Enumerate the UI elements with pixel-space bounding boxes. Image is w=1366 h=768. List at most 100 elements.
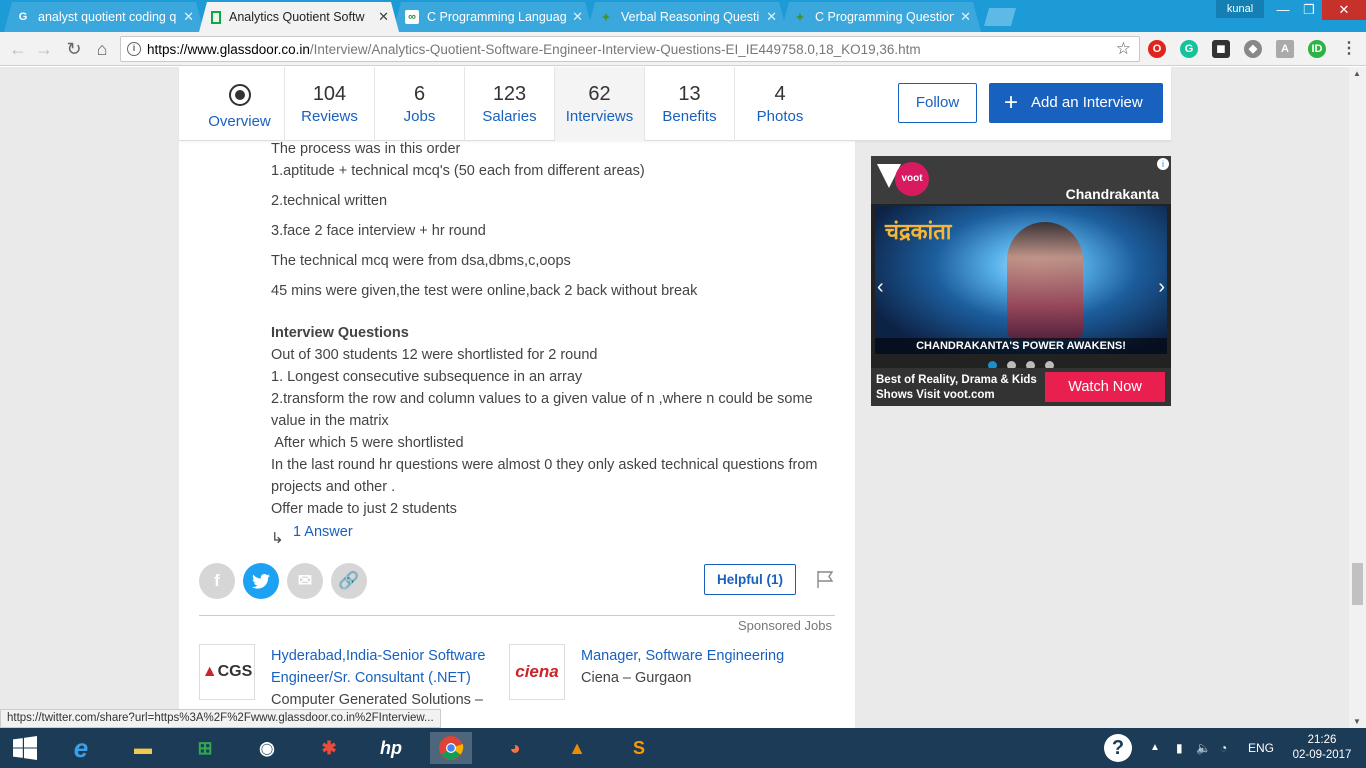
- tab-label: Benefits: [662, 108, 717, 125]
- tab-jobs[interactable]: 6 Jobs: [375, 67, 465, 141]
- helpful-button[interactable]: Helpful (1): [704, 564, 796, 595]
- job-title-line[interactable]: Hyderabad,India-Senior Software: [271, 648, 485, 664]
- tab-title: Verbal Reasoning Questi: [621, 10, 760, 24]
- firefox-icon[interactable]: ◕: [494, 732, 536, 764]
- close-tab-icon[interactable]: ✕: [572, 9, 583, 25]
- vlc-icon[interactable]: ▲: [556, 732, 598, 764]
- battery-icon[interactable]: ▮: [1176, 728, 1183, 768]
- tab-title: analyst quotient coding q: [38, 10, 177, 24]
- incognito-extension-icon[interactable]: ◼: [1212, 40, 1230, 58]
- flag-icon[interactable]: [815, 569, 835, 589]
- camera-app-icon[interactable]: ◉: [246, 732, 288, 764]
- question-line: Offer made to just 2 students: [271, 501, 457, 517]
- paint-app-icon[interactable]: ✱: [308, 732, 350, 764]
- answers-link[interactable]: 1 Answer: [293, 524, 353, 540]
- tab-label: Reviews: [301, 108, 358, 125]
- close-tab-icon[interactable]: ✕: [766, 9, 777, 25]
- restore-icon[interactable]: ❐: [1296, 0, 1322, 20]
- chrome-menu-icon[interactable]: ⋮: [1340, 40, 1358, 58]
- site-info-icon[interactable]: i: [127, 42, 141, 56]
- internet-explorer-icon[interactable]: e: [60, 732, 102, 764]
- add-interview-button[interactable]: + Add an Interview: [989, 83, 1163, 123]
- ciena-logo[interactable]: ciena: [509, 644, 565, 700]
- process-line: 3.face 2 face interview + hr round: [271, 223, 486, 239]
- ad-promo-text: Best of Reality, Drama & Kids Shows Visi…: [876, 373, 1037, 403]
- language-indicator[interactable]: ENG: [1248, 728, 1274, 768]
- system-clock[interactable]: 21:26 02-09-2017: [1292, 733, 1352, 763]
- hp-icon[interactable]: hp: [370, 732, 412, 764]
- tab-photos[interactable]: 4 Photos: [735, 67, 825, 141]
- close-tab-icon[interactable]: ✕: [960, 9, 971, 25]
- follow-button[interactable]: Follow: [898, 83, 977, 123]
- tab-label: Jobs: [403, 108, 436, 125]
- google-icon: G: [18, 11, 28, 23]
- job-title-line[interactable]: Engineer/Sr. Consultant (.NET): [271, 670, 471, 686]
- scroll-up-icon[interactable]: ▲: [1353, 69, 1361, 78]
- chevron-right-icon[interactable]: ›: [1158, 276, 1165, 299]
- tab-verbal-reasoning[interactable]: ✦ Verbal Reasoning Questi ✕: [587, 2, 787, 32]
- chevron-left-icon[interactable]: ‹: [877, 276, 884, 299]
- tab-c-programming[interactable]: ∞ C Programming Languag ✕: [393, 2, 593, 32]
- help-icon[interactable]: ?: [1098, 732, 1138, 764]
- link-share-icon[interactable]: 🔗: [331, 563, 367, 599]
- question-line: After which 5 were shortlisted: [271, 435, 464, 451]
- opera-extension-icon[interactable]: O: [1148, 40, 1166, 58]
- address-bar[interactable]: i https://www.glassdoor.co.in/Interview/…: [120, 36, 1140, 62]
- scroll-down-icon[interactable]: ▼: [1353, 717, 1361, 726]
- close-tab-icon[interactable]: ✕: [183, 9, 194, 25]
- logo-text: ciena: [515, 662, 559, 681]
- windows-start-icon[interactable]: [4, 732, 46, 764]
- question-line: value in the matrix: [271, 413, 389, 429]
- id-extension-icon[interactable]: ID: [1308, 40, 1326, 58]
- tab-glassdoor[interactable]: Analytics Quotient Softw ✕: [199, 2, 399, 32]
- home-icon[interactable]: ⌂: [90, 37, 114, 61]
- question-line: 2.transform the row and column values to…: [271, 391, 813, 407]
- forward-arrow-icon[interactable]: →: [32, 37, 56, 61]
- puzzle-extension-icon[interactable]: ◆: [1244, 40, 1262, 58]
- tab-reviews[interactable]: 104 Reviews: [285, 67, 375, 141]
- file-explorer-icon[interactable]: ▬: [122, 732, 164, 764]
- tray-expand-icon[interactable]: ▲: [1150, 728, 1160, 768]
- clock-date: 02-09-2017: [1292, 749, 1352, 761]
- pdf-extension-icon[interactable]: A: [1276, 40, 1294, 58]
- job-company: Computer Generated Solutions –: [271, 692, 483, 708]
- profile-button[interactable]: kunal: [1216, 0, 1264, 18]
- store-icon[interactable]: ⊞: [184, 732, 226, 764]
- job-title-line[interactable]: Manager, Software Engineering: [581, 648, 784, 664]
- indiabix-icon: ✦: [601, 11, 611, 24]
- network-icon[interactable]: ◔: [1220, 728, 1227, 768]
- scrollbar-thumb[interactable]: [1352, 563, 1363, 605]
- ad-info-icon[interactable]: i: [1157, 158, 1169, 170]
- volume-icon[interactable]: 🔈: [1196, 728, 1211, 768]
- page-scrollbar[interactable]: ▲ ▼: [1349, 67, 1366, 728]
- tab-title: C Programming Question: [815, 10, 955, 24]
- window-close-icon[interactable]: ✕: [1322, 0, 1366, 20]
- facebook-share-icon[interactable]: f: [199, 563, 235, 599]
- tab-google-search[interactable]: G analyst quotient coding q ✕: [4, 2, 204, 32]
- tab-benefits[interactable]: 13 Benefits: [645, 67, 735, 141]
- minimize-icon[interactable]: —: [1270, 0, 1296, 20]
- watch-now-button[interactable]: Watch Now: [1045, 372, 1165, 402]
- twitter-share-icon[interactable]: [243, 563, 279, 599]
- tab-c-programming-questions[interactable]: ✦ C Programming Question ✕: [781, 2, 981, 32]
- grammarly-extension-icon[interactable]: G: [1180, 40, 1198, 58]
- tab-title: C Programming Languag: [427, 10, 567, 24]
- voot-advertisement[interactable]: voot Chandrakanta i चंद्रकांता CHANDRAKA…: [871, 156, 1171, 406]
- tab-salaries[interactable]: 123 Salaries: [465, 67, 555, 141]
- sublime-text-icon[interactable]: S: [618, 732, 660, 764]
- web-page: Overview 104 Reviews 6 Jobs 123 Salaries…: [0, 67, 1366, 728]
- back-arrow-icon[interactable]: ←: [6, 37, 30, 61]
- email-share-icon[interactable]: ✉: [287, 563, 323, 599]
- ad-footer: Best of Reality, Drama & Kids Shows Visi…: [871, 368, 1171, 406]
- tab-overview[interactable]: Overview: [195, 67, 285, 141]
- new-tab-button[interactable]: [984, 8, 1016, 26]
- close-tab-icon[interactable]: ✕: [378, 9, 389, 25]
- chrome-taskbar-icon[interactable]: [430, 732, 472, 764]
- bookmark-star-icon[interactable]: ☆: [1116, 39, 1131, 59]
- cgs-logo[interactable]: ▲CGS: [199, 644, 255, 700]
- tab-label: Photos: [756, 108, 804, 125]
- voot-brand: voot: [895, 162, 929, 196]
- tab-interviews[interactable]: 62 Interviews: [555, 67, 645, 141]
- reload-icon[interactable]: ↻: [62, 37, 86, 61]
- tab-label: Salaries: [482, 108, 537, 125]
